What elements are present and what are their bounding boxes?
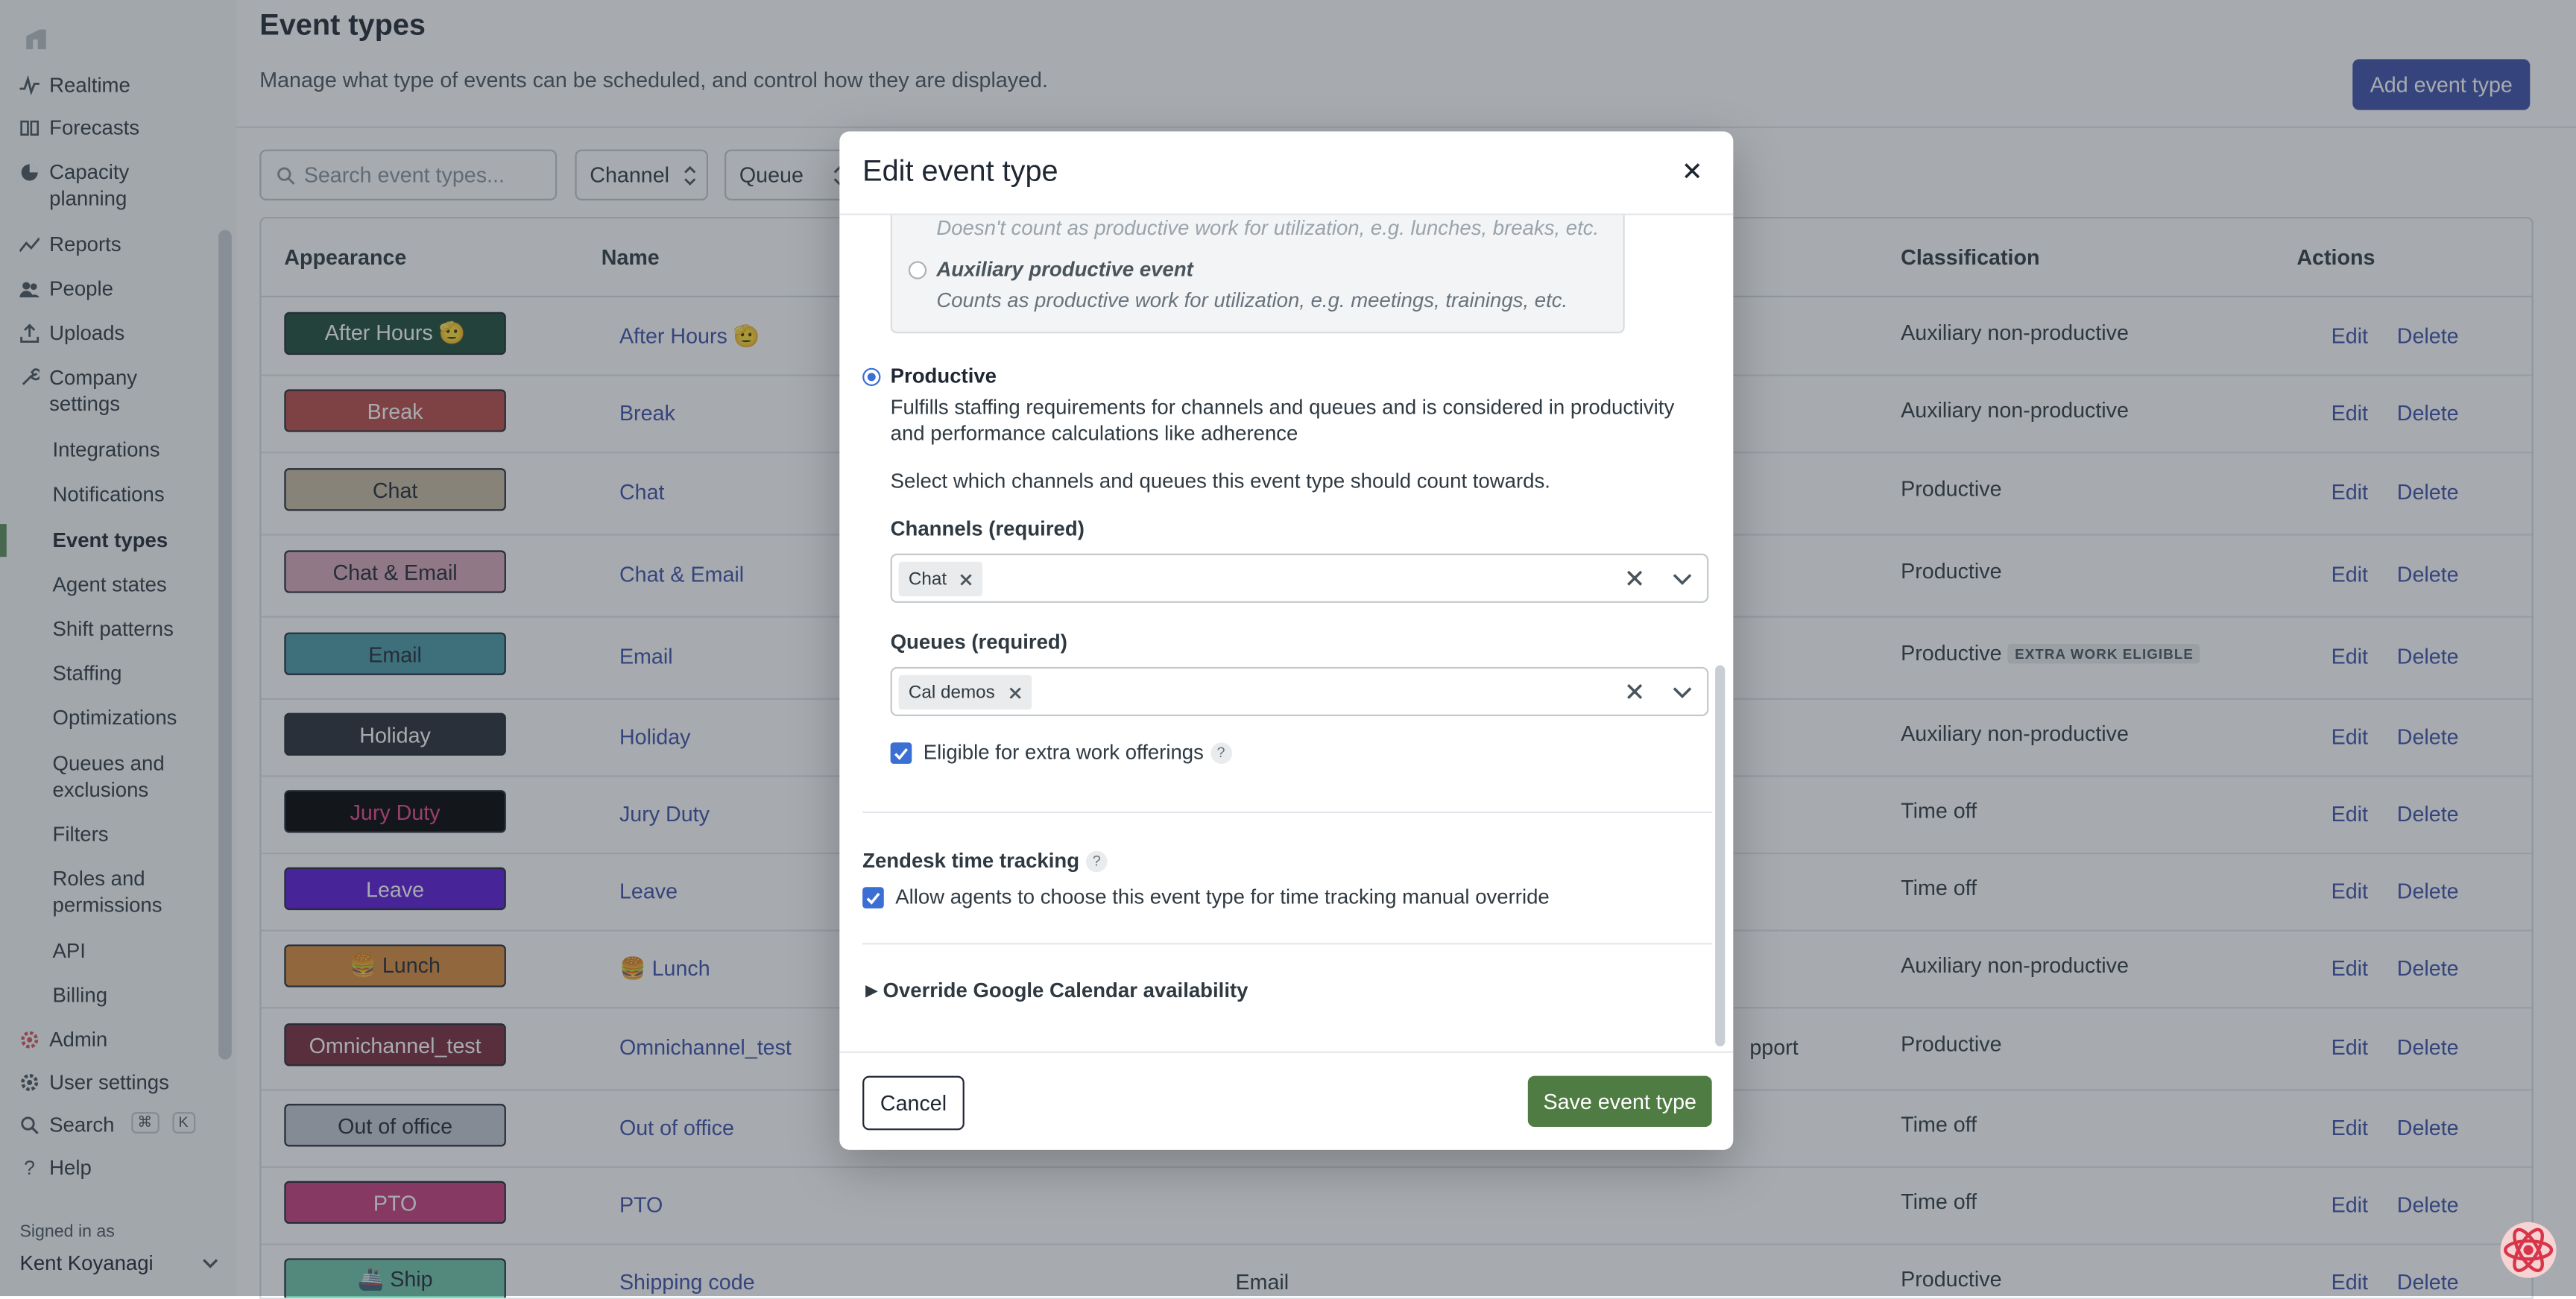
channels-multiselect[interactable]: Chat xyxy=(890,553,1709,603)
zendesk-checkbox[interactable] xyxy=(862,887,884,908)
override-gcal-label: Override Google Calendar availability xyxy=(883,979,1248,1002)
extra-work-label-text: Eligible for extra work offerings xyxy=(923,741,1204,764)
divider xyxy=(862,943,1712,945)
chip-label: Chat xyxy=(908,569,947,590)
productive-radio[interactable] xyxy=(862,367,881,386)
channels-label: Channels (required) xyxy=(890,517,1085,541)
remove-chip-icon[interactable] xyxy=(1008,686,1021,699)
check-icon xyxy=(866,892,880,905)
cancel-button[interactable]: Cancel xyxy=(862,1075,965,1131)
chip-label: Cal demos xyxy=(908,682,995,703)
non-productive-options: Doesn't count as productive work for uti… xyxy=(890,213,1625,334)
modal-scrollbar[interactable] xyxy=(1715,665,1726,1047)
divider xyxy=(862,811,1712,814)
edit-event-type-modal: Edit event type Doesn't count as product… xyxy=(839,131,1734,1150)
clear-icon[interactable] xyxy=(1625,682,1644,701)
override-gcal-toggle[interactable]: ▶ Override Google Calendar availability xyxy=(866,977,1248,1003)
chevron-down-icon[interactable] xyxy=(1673,572,1692,588)
aux-productive-description: Counts as productive work for utilizatio… xyxy=(936,288,1568,312)
divider xyxy=(839,213,1734,215)
save-event-type-button[interactable]: Save event type xyxy=(1527,1075,1712,1128)
queues-label: Queues (required) xyxy=(890,630,1067,654)
queues-multiselect[interactable]: Cal demos xyxy=(890,666,1709,716)
aux-productive-title: Auxiliary productive event xyxy=(936,258,1193,281)
chevron-down-icon[interactable] xyxy=(1673,685,1692,701)
select-hint: Select which channels and queues this ev… xyxy=(890,470,1550,493)
help-icon[interactable]: ? xyxy=(1210,742,1232,764)
zendesk-title: Zendesk time tracking? xyxy=(862,847,1108,873)
modal-title: Edit event type xyxy=(862,154,1058,188)
close-icon[interactable] xyxy=(1681,159,1704,183)
clear-icon[interactable] xyxy=(1625,569,1644,588)
aux-productive-radio[interactable] xyxy=(908,261,927,279)
productive-title: Productive xyxy=(890,364,997,388)
nonproductive-description: Doesn't count as productive work for uti… xyxy=(936,216,1600,240)
remove-chip-icon[interactable] xyxy=(960,572,973,586)
check-icon xyxy=(894,748,909,760)
disclosure-triangle-icon: ▶ xyxy=(865,982,877,999)
zendesk-title-text: Zendesk time tracking xyxy=(862,849,1080,873)
productive-description: Fulfills staffing requirements for chann… xyxy=(890,396,1675,446)
help-icon[interactable]: ? xyxy=(1085,850,1108,873)
channel-chip: Chat xyxy=(898,561,983,597)
queue-chip: Cal demos xyxy=(898,674,1032,710)
extra-work-checkbox[interactable] xyxy=(890,742,912,764)
zendesk-checkbox-label: Allow agents to choose this event type f… xyxy=(895,885,1550,908)
extra-work-label: Eligible for extra work offerings? xyxy=(924,739,1232,765)
react-devtools-icon[interactable] xyxy=(2498,1221,2557,1280)
divider xyxy=(839,1051,1734,1053)
